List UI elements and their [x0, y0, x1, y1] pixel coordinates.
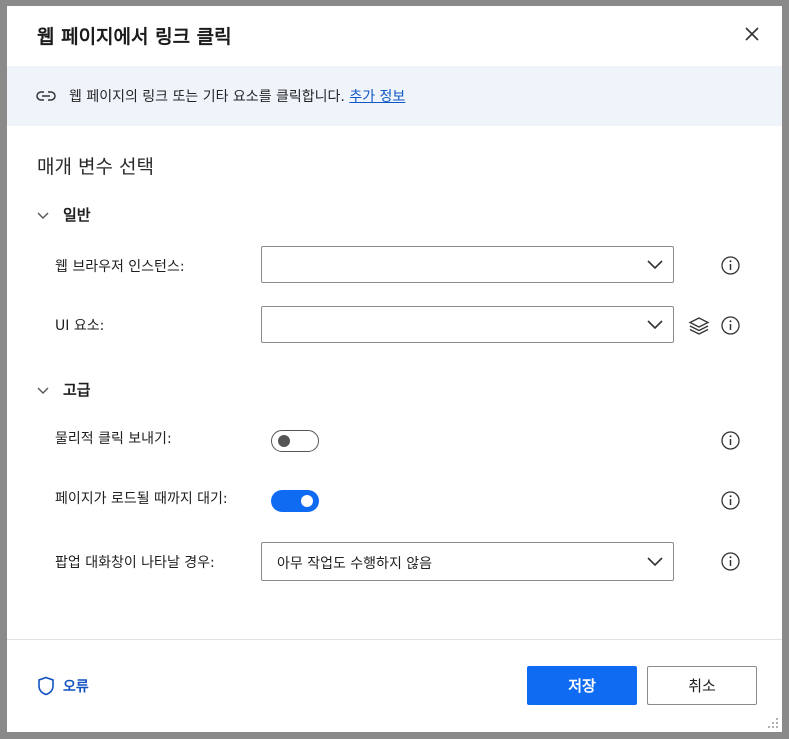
info-icon[interactable] [721, 491, 740, 510]
toggle-knob [278, 435, 290, 447]
ui-element-select[interactable] [261, 306, 674, 343]
dialog-title: 웹 페이지에서 링크 클릭 [37, 26, 232, 48]
shield-icon [38, 676, 54, 696]
browser-instance-label: 웹 브라우저 인스턴스: [55, 259, 185, 275]
wait-page-load-label: 페이지가 로드될 때까지 대기: [55, 491, 228, 507]
error-label: 오류 [63, 679, 89, 695]
wait-page-load-toggle[interactable] [271, 490, 319, 512]
popup-dialog-label: 팝업 대화창이 나타날 경우: [55, 555, 215, 571]
info-icon[interactable] [721, 431, 740, 450]
footer-divider [7, 639, 782, 640]
group-advanced[interactable]: 고급 [37, 379, 91, 400]
group-general[interactable]: 일반 [37, 204, 91, 225]
more-info-link[interactable]: 추가 정보 [349, 89, 405, 105]
dialog: 웹 페이지에서 링크 클릭 웹 페이지의 링크 또는 기타 요소를 클릭합니다.… [7, 6, 782, 732]
link-icon [36, 91, 56, 101]
ui-element-label: UI 요소: [55, 318, 105, 334]
save-button[interactable]: 저장 [527, 666, 637, 705]
cancel-button[interactable]: 취소 [647, 666, 757, 705]
layers-icon[interactable] [688, 316, 710, 336]
group-advanced-label: 고급 [63, 381, 91, 399]
browser-instance-select[interactable] [261, 246, 674, 283]
info-icon[interactable] [721, 316, 740, 335]
info-icon[interactable] [721, 256, 740, 275]
toggle-knob [301, 495, 313, 507]
chevron-down-icon [37, 387, 49, 394]
chevron-down-icon [37, 212, 49, 219]
chevron-down-icon [647, 557, 663, 567]
info-text: 웹 페이지의 링크 또는 기타 요소를 클릭합니다. 추가 정보 [69, 86, 405, 106]
error-button[interactable]: 오류 [37, 676, 89, 696]
close-icon[interactable] [742, 24, 762, 44]
info-icon[interactable] [721, 552, 740, 571]
popup-dialog-value: 아무 작업도 수행하지 않음 [277, 556, 433, 572]
info-description: 웹 페이지의 링크 또는 기타 요소를 클릭합니다. [69, 89, 345, 105]
chevron-down-icon [647, 260, 663, 270]
section-title: 매개 변수 선택 [37, 156, 154, 178]
group-general-label: 일반 [63, 206, 91, 224]
physical-click-label: 물리적 클릭 보내기: [55, 431, 172, 447]
physical-click-toggle[interactable] [271, 430, 319, 452]
resize-grip-icon[interactable] [767, 717, 779, 729]
chevron-down-icon [647, 320, 663, 330]
info-bar: 웹 페이지의 링크 또는 기타 요소를 클릭합니다. 추가 정보 [7, 66, 782, 126]
popup-dialog-select[interactable]: 아무 작업도 수행하지 않음 [261, 542, 674, 581]
